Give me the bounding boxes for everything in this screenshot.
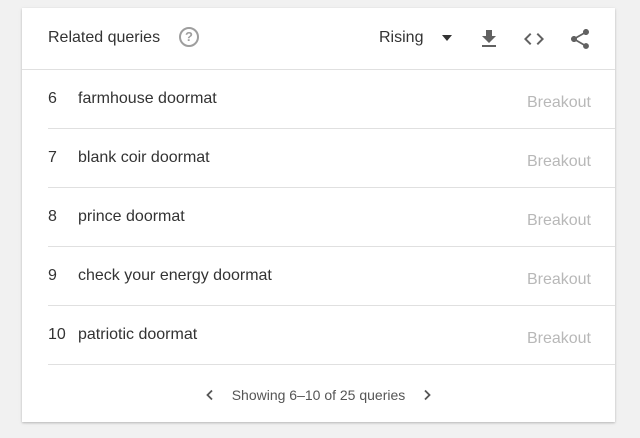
row-query-link[interactable]: check your energy doormat	[78, 267, 272, 285]
row-value: Breakout	[526, 94, 591, 111]
list-item[interactable]: 6 farmhouse doormat Breakout	[48, 70, 615, 129]
dropdown-label: Rising	[379, 29, 424, 46]
row-value: Breakout	[526, 212, 591, 229]
list-item[interactable]: 9 check your energy doormat Breakout	[48, 247, 615, 306]
row-rank: 8	[48, 208, 57, 225]
row-rank: 9	[48, 267, 57, 284]
row-value: Breakout	[526, 330, 591, 347]
list-item[interactable]: 7 blank coir doormat Breakout	[48, 129, 615, 188]
pagination: Showing 6–10 of 25 queries	[22, 385, 615, 405]
list-item[interactable]: 10 patriotic doormat Breakout	[48, 306, 615, 365]
row-query-link[interactable]: patriotic doormat	[78, 326, 197, 344]
chevron-left-icon[interactable]	[200, 385, 220, 405]
card-footer: Showing 6–10 of 25 queries	[22, 368, 615, 422]
caret-down-icon	[442, 35, 452, 41]
embed-code-icon[interactable]	[522, 27, 546, 51]
query-list: 6 farmhouse doormat Breakout 7 blank coi…	[48, 70, 615, 365]
row-query-link[interactable]: blank coir doormat	[78, 149, 210, 167]
row-rank: 6	[48, 90, 57, 107]
chevron-right-icon[interactable]	[417, 385, 437, 405]
row-query-link[interactable]: prince doormat	[78, 208, 185, 226]
card-title: Related queries	[48, 29, 161, 46]
row-rank: 7	[48, 149, 57, 166]
row-value: Breakout	[526, 153, 591, 170]
row-query-link[interactable]: farmhouse doormat	[78, 90, 217, 108]
row-rank: 10	[48, 326, 66, 343]
download-icon[interactable]	[477, 27, 501, 51]
pager-status: Showing 6–10 of 25 queries	[231, 387, 406, 403]
row-value: Breakout	[526, 271, 591, 288]
related-queries-card: Related queries ? Rising 6 farmhouse doo…	[22, 8, 615, 422]
list-item[interactable]: 8 prince doormat Breakout	[48, 188, 615, 247]
share-icon[interactable]	[568, 27, 592, 51]
card-header: Related queries ? Rising	[22, 8, 615, 70]
help-icon[interactable]: ?	[179, 27, 199, 47]
